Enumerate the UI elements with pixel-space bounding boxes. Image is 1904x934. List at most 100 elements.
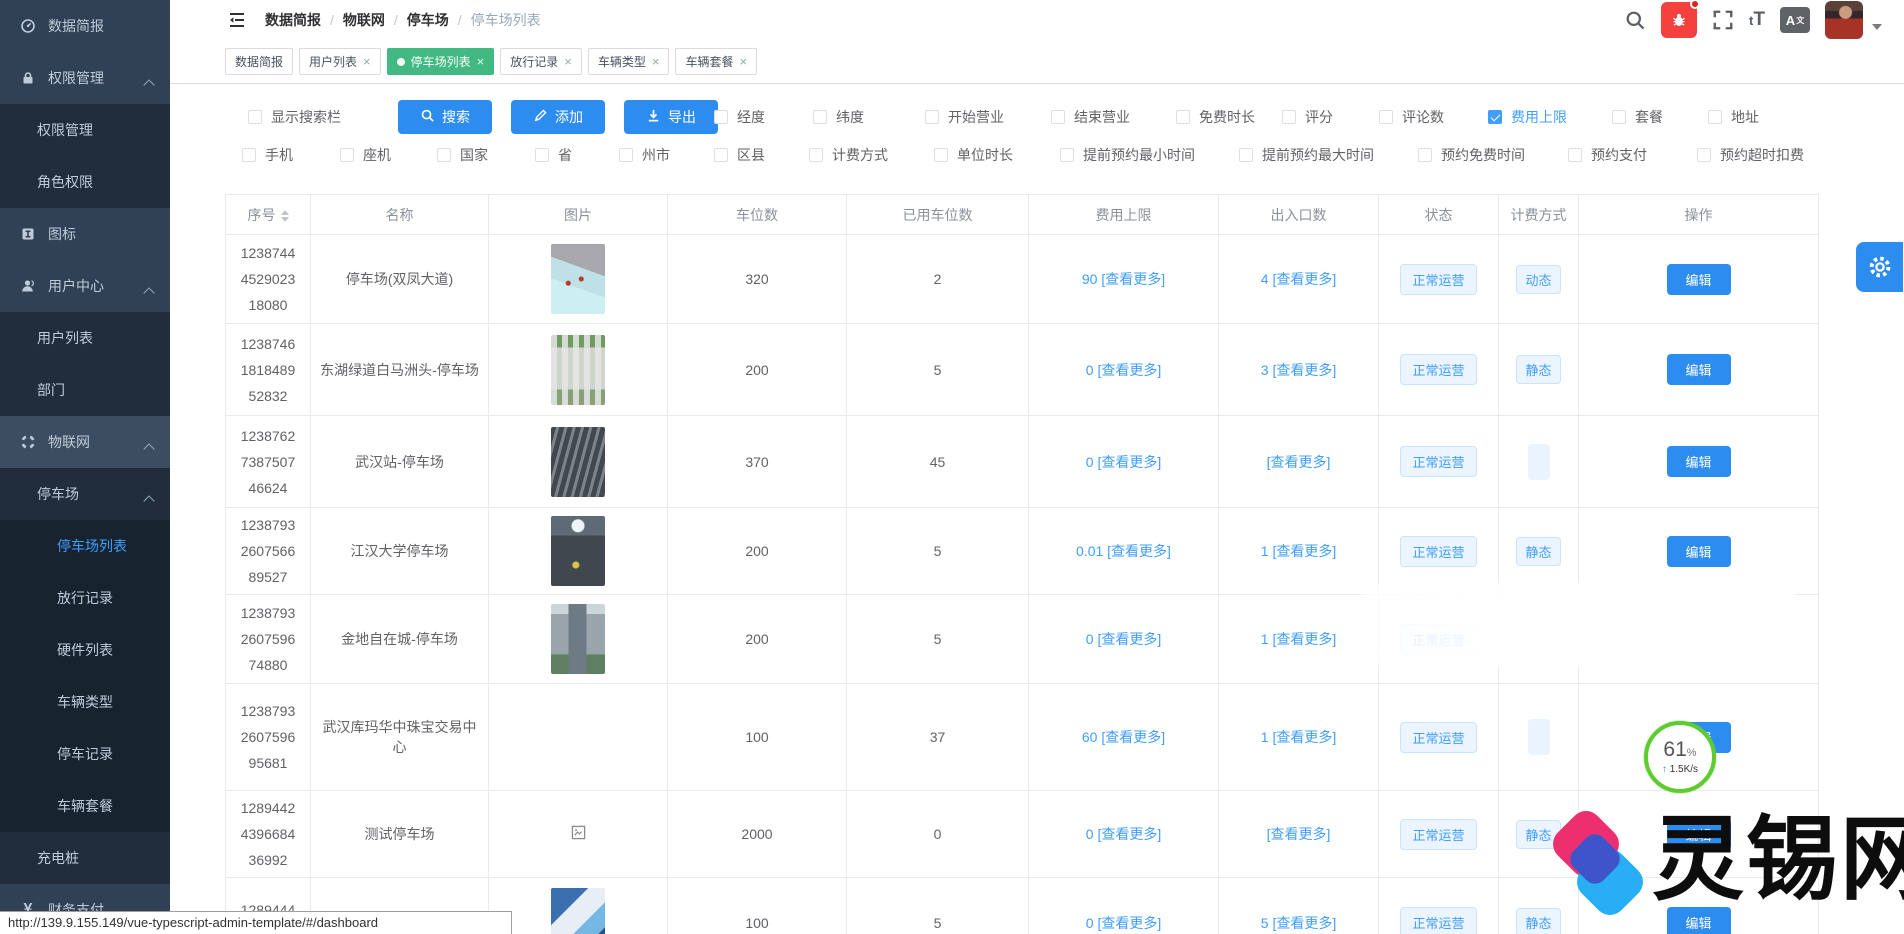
parking-photo[interactable] (551, 244, 605, 314)
checkbox-box[interactable] (1612, 110, 1626, 124)
checkbox-box[interactable] (1697, 148, 1711, 162)
checkbox-box[interactable] (340, 148, 354, 162)
edit-button[interactable]: 编辑 (1667, 354, 1731, 385)
checkbox-box[interactable] (248, 110, 262, 124)
close-icon[interactable]: × (739, 55, 747, 68)
view-more-link[interactable]: [查看更多] (1267, 454, 1331, 470)
view-more-link[interactable]: [查看更多] (1097, 826, 1161, 842)
parking-photo[interactable] (551, 335, 605, 405)
view-more-link[interactable]: [查看更多] (1272, 271, 1336, 287)
sidebar-item-5[interactable]: 用户中心 (0, 260, 170, 312)
parking-photo[interactable] (551, 427, 605, 497)
sidebar-item-3[interactable]: 角色权限 (0, 156, 170, 208)
view-more-link[interactable]: [查看更多] (1267, 826, 1331, 842)
close-icon[interactable]: × (363, 55, 371, 68)
filter-checkbox-评分[interactable]: 评分 (1282, 108, 1333, 126)
filter-checkbox-结束营业[interactable]: 结束营业 (1051, 108, 1130, 126)
language-switch-icon[interactable]: A文 (1780, 7, 1810, 33)
settings-gear-button[interactable] (1856, 242, 1903, 292)
tab-数据简报[interactable]: 数据简报 (225, 48, 293, 75)
bug-report-button[interactable] (1661, 2, 1697, 38)
sidebar-item-2[interactable]: 权限管理 (0, 104, 170, 156)
view-more-link[interactable]: [查看更多] (1097, 454, 1161, 470)
sidebar-item-10[interactable]: 停车场列表 (0, 520, 170, 572)
close-icon[interactable]: × (477, 55, 485, 68)
checkbox-box[interactable] (242, 148, 256, 162)
filter-checkbox-州市[interactable]: 州市 (619, 146, 670, 164)
view-more-link[interactable]: [查看更多] (1101, 729, 1165, 745)
view-more-link[interactable]: [查看更多] (1272, 631, 1336, 647)
parking-photo[interactable] (551, 516, 605, 586)
text-size-icon[interactable]: tT (1749, 9, 1765, 31)
tab-放行记录[interactable]: 放行记录× (500, 48, 582, 75)
parking-photo[interactable] (551, 888, 605, 934)
tab-车辆类型[interactable]: 车辆类型× (588, 48, 670, 75)
view-more-link[interactable]: [查看更多] (1272, 915, 1336, 931)
sidebar-item-14[interactable]: 停车记录 (0, 728, 170, 780)
view-more-link[interactable]: [查看更多] (1097, 362, 1161, 378)
filter-checkbox-地址[interactable]: 地址 (1708, 108, 1759, 126)
checkbox-box[interactable] (1051, 110, 1065, 124)
avatar[interactable] (1825, 1, 1863, 39)
checkbox-box[interactable] (437, 148, 451, 162)
filter-checkbox-预约支付[interactable]: 预约支付 (1568, 146, 1647, 164)
tab-用户列表[interactable]: 用户列表× (299, 48, 381, 75)
filter-checkbox-套餐[interactable]: 套餐 (1612, 108, 1663, 126)
filter-checkbox-纬度[interactable]: 纬度 (813, 108, 864, 126)
view-more-link[interactable]: [查看更多] (1107, 543, 1171, 559)
tab-车辆套餐[interactable]: 车辆套餐× (675, 48, 757, 75)
filter-checkbox-提前预约最小时间[interactable]: 提前预约最小时间 (1060, 146, 1195, 164)
filter-checkbox-评论数[interactable]: 评论数 (1379, 108, 1444, 126)
sidebar-item-13[interactable]: 车辆类型 (0, 676, 170, 728)
filter-checkbox-计费方式[interactable]: 计费方式 (809, 146, 888, 164)
sidebar-item-1[interactable]: 权限管理 (0, 52, 170, 104)
close-icon[interactable]: × (652, 55, 660, 68)
filter-checkbox-提前预约最大时间[interactable]: 提前预约最大时间 (1239, 146, 1374, 164)
column-header-序号[interactable]: 序号 (226, 195, 311, 235)
checkbox-box[interactable] (1060, 148, 1074, 162)
tab-停车场列表[interactable]: 停车场列表× (387, 48, 495, 75)
checkbox-box[interactable] (813, 110, 827, 124)
filter-checkbox-经度[interactable]: 经度 (714, 108, 765, 126)
view-more-link[interactable]: [查看更多] (1101, 271, 1165, 287)
checkbox-box[interactable] (809, 148, 823, 162)
edit-button[interactable]: 编辑 (1667, 446, 1731, 477)
view-more-link[interactable]: [查看更多] (1097, 915, 1161, 931)
view-more-link[interactable]: [查看更多] (1272, 543, 1336, 559)
hamburger-icon[interactable] (227, 10, 247, 30)
filter-checkbox-国家[interactable]: 国家 (437, 146, 488, 164)
export-button[interactable]: 导出 (624, 100, 718, 134)
checkbox-box[interactable] (714, 148, 728, 162)
checkbox-box[interactable] (1239, 148, 1253, 162)
sidebar-item-7[interactable]: 部门 (0, 364, 170, 416)
edit-button[interactable]: 编辑 (1667, 536, 1731, 567)
search-button[interactable]: 搜索 (398, 100, 492, 134)
checkbox-box[interactable] (1176, 110, 1190, 124)
sidebar-item-4[interactable]: 图标 (0, 208, 170, 260)
filter-checkbox-显示搜索栏[interactable]: 显示搜索栏 (248, 108, 341, 126)
filter-checkbox-区县[interactable]: 区县 (714, 146, 765, 164)
close-icon[interactable]: × (564, 55, 572, 68)
sidebar-item-0[interactable]: 数据简报 (0, 0, 170, 52)
checkbox-box[interactable] (1568, 148, 1582, 162)
checkbox-box[interactable] (1379, 110, 1393, 124)
sidebar-item-16[interactable]: 充电桩 (0, 832, 170, 884)
breadcrumb-item[interactable]: 物联网 (343, 10, 385, 30)
checkbox-box[interactable] (1708, 110, 1722, 124)
filter-checkbox-省[interactable]: 省 (535, 146, 572, 164)
breadcrumb-item[interactable]: 停车场 (407, 10, 449, 30)
checkbox-box[interactable] (1282, 110, 1296, 124)
checkbox-box[interactable] (619, 148, 633, 162)
chevron-down-icon[interactable] (1872, 24, 1882, 30)
checkbox-box[interactable] (714, 110, 728, 124)
filter-checkbox-单位时长[interactable]: 单位时长 (934, 146, 1013, 164)
sort-carets[interactable] (281, 210, 289, 222)
sidebar-item-15[interactable]: 车辆套餐 (0, 780, 170, 832)
filter-checkbox-预约超时扣费[interactable]: 预约超时扣费 (1697, 146, 1804, 164)
checkbox-box[interactable] (925, 110, 939, 124)
filter-checkbox-开始营业[interactable]: 开始营业 (925, 108, 1004, 126)
filter-checkbox-座机[interactable]: 座机 (340, 146, 391, 164)
sidebar-item-6[interactable]: 用户列表 (0, 312, 170, 364)
filter-checkbox-手机[interactable]: 手机 (242, 146, 293, 164)
view-more-link[interactable]: [查看更多] (1097, 631, 1161, 647)
